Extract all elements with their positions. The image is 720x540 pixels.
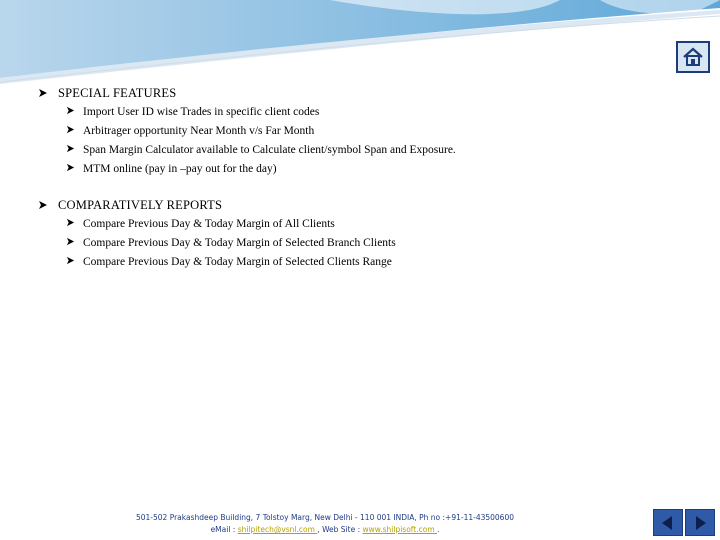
section-heading: SPECIAL FEATURES — [58, 86, 177, 100]
section-heading-row: SPECIAL FEATURES — [38, 84, 658, 103]
section-heading-row: COMPARATIVELY REPORTS — [38, 196, 658, 215]
home-button[interactable] — [676, 41, 710, 73]
arrow-right-icon — [696, 515, 706, 530]
footer: 501-502 Prakashdeep Building, 7 Tolstoy … — [90, 512, 560, 536]
section-heading: COMPARATIVELY REPORTS — [58, 198, 223, 212]
list-item: MTM online (pay in –pay out for the day) — [38, 160, 658, 179]
list-item: Import User ID wise Trades in specific c… — [38, 103, 658, 122]
next-button[interactable] — [685, 509, 715, 536]
home-icon — [683, 47, 703, 66]
list-item: Compare Previous Day & Today Margin of S… — [38, 234, 658, 253]
section-special-features: SPECIAL FEATURES Import User ID wise Tra… — [38, 84, 658, 179]
arrowhead-bullet-icon — [66, 215, 83, 234]
slide-navigation — [653, 509, 715, 536]
arrowhead-bullet-icon — [66, 253, 83, 272]
list-item-text: Compare Previous Day & Today Margin of A… — [83, 218, 335, 230]
arrowhead-bullet-icon — [66, 160, 83, 179]
website-link[interactable]: www.shilpisoft.com — [363, 525, 438, 534]
footer-contact: eMail : shilpitech@vsnl.com , Web Site :… — [90, 524, 560, 536]
arrowhead-bullet-icon — [66, 234, 83, 253]
email-label: eMail : — [210, 525, 236, 534]
list-item-text: Span Margin Calculator available to Calc… — [83, 144, 456, 156]
arrowhead-bullet-icon — [66, 141, 83, 160]
list-item: Compare Previous Day & Today Margin of S… — [38, 253, 658, 272]
list-item-text: Import User ID wise Trades in specific c… — [83, 106, 320, 118]
section-comparatively-reports: COMPARATIVELY REPORTS Compare Previous D… — [38, 196, 658, 272]
previous-button[interactable] — [653, 509, 683, 536]
list-item: Span Margin Calculator available to Calc… — [38, 141, 658, 160]
footer-end: . — [437, 525, 440, 534]
list-item-text: Compare Previous Day & Today Margin of S… — [83, 256, 392, 268]
slide-content: SPECIAL FEATURES Import User ID wise Tra… — [38, 84, 658, 289]
arrowhead-bullet-icon — [38, 84, 58, 103]
website-label: , Web Site : — [317, 525, 361, 534]
arrowhead-bullet-icon — [38, 196, 58, 215]
header-swoosh — [0, 0, 720, 84]
arrow-left-icon — [662, 515, 672, 530]
email-link[interactable]: shilpitech@vsnl.com — [238, 525, 318, 534]
arrowhead-bullet-icon — [66, 103, 83, 122]
list-item-text: MTM online (pay in –pay out for the day) — [83, 163, 277, 175]
arrowhead-bullet-icon — [66, 122, 83, 141]
list-item: Compare Previous Day & Today Margin of A… — [38, 215, 658, 234]
footer-address: 501-502 Prakashdeep Building, 7 Tolstoy … — [135, 513, 515, 522]
list-item-text: Arbitrager opportunity Near Month v/s Fa… — [83, 125, 315, 137]
list-item-text: Compare Previous Day & Today Margin of S… — [83, 237, 396, 249]
list-item: Arbitrager opportunity Near Month v/s Fa… — [38, 122, 658, 141]
